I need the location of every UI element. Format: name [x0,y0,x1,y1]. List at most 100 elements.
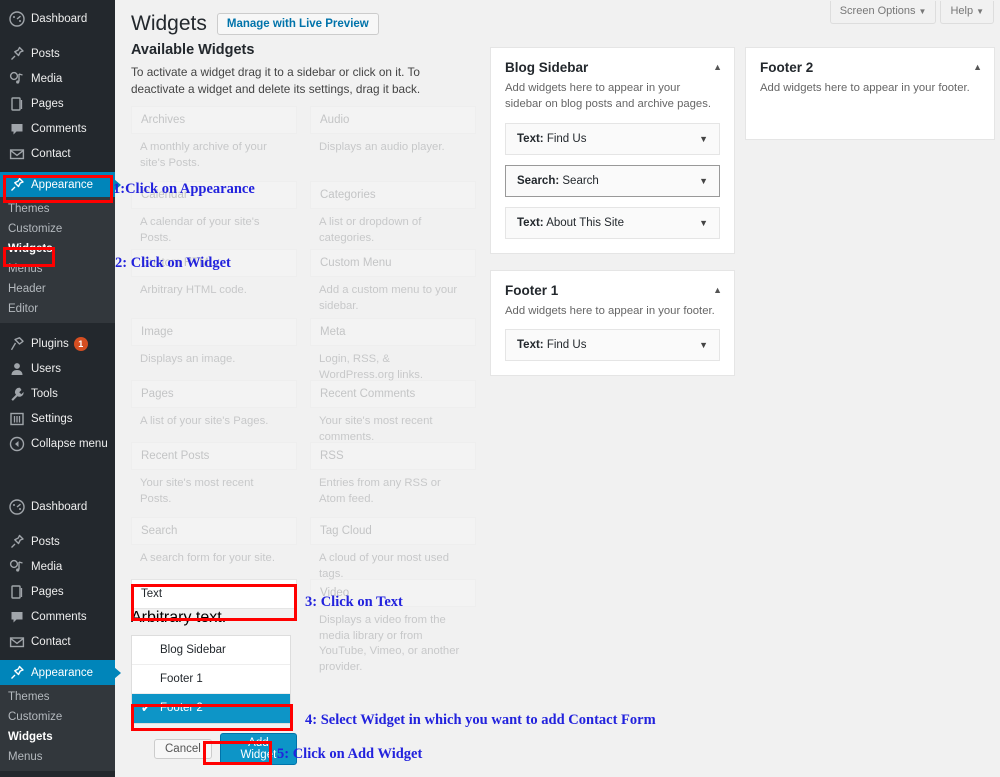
chevron-down-icon[interactable]: ▼ [699,340,708,350]
sidebar-select-list[interactable]: Blog Sidebar Footer 1 ✔ Footer 2 [131,635,291,725]
sidebar-item-settings[interactable]: Settings [0,406,115,431]
sidebar-option-footer-1[interactable]: Footer 1 [132,665,290,695]
wp-admin-widgets-screen: Dashboard Posts Media Pages Comments Con… [0,0,1000,777]
pin-icon [8,533,26,551]
sidebar-item-themes[interactable]: Themes [0,199,115,219]
brush-icon [8,664,26,682]
sidebar-item-tools[interactable]: Tools [0,381,115,406]
widget-description: Displays an audio player. [319,141,445,154]
widget-description: Arbitrary text. [131,609,227,627]
sidebars-column-right: Footer 2 ▲ Add widgets here to appear in… [745,47,995,156]
widget-description: A calendar of your site's Posts. [140,216,260,244]
widget-description: Arbitrary HTML code. [140,284,247,297]
sidebar-panel-title: Blog Sidebar [505,60,589,75]
sidebar-item-label: Settings [31,412,73,425]
widget-card-pages[interactable]: Pages A list of your site's Pages. [131,380,297,430]
widget-card-custom-menu[interactable]: Custom Menu Add a custom menu to your si… [310,249,476,314]
sidebar-item-widgets[interactable]: Widgets [0,239,115,259]
sidebar-item-dashboard[interactable]: Dashboard [0,6,115,31]
wrench-icon [8,385,26,403]
sidebar-item-comments[interactable]: Comments [0,116,115,141]
media-icon [8,70,26,88]
sidebar-item-contact[interactable]: Contact [0,141,115,166]
sidebar-item-collapse-menu[interactable]: Collapse menu [0,431,115,456]
sidebar-item-media[interactable]: Media [0,66,115,91]
widget-description: A search form for your site. [140,552,275,565]
sidebar-item-contact-2[interactable]: Contact [0,629,115,654]
sidebar-item-label: Pages [31,97,64,110]
widget-card-categories[interactable]: Categories A list or dropdown of categor… [310,181,476,246]
sidebar-panel-description: Add widgets here to appear in your sideb… [505,82,711,111]
sidebar-item-menus-2[interactable]: Menus [0,747,115,767]
sidebar-item-plugins[interactable]: Plugins 1 [0,331,115,356]
sidebar-item-customize[interactable]: Customize [0,219,115,239]
sidebar-item-media-2[interactable]: Media [0,554,115,579]
widget-title: Categories [310,181,476,210]
assigned-widget-name: Find Us [546,132,587,145]
sidebar-item-posts[interactable]: Posts [0,41,115,66]
widget-card-audio[interactable]: Audio Displays an audio player. [310,106,476,156]
menu-spacer [0,323,115,331]
admin-menu-group-secondary: Dashboard Posts Media Pages Comments Con… [0,494,121,771]
sidebar-item-header[interactable]: Header [0,279,115,299]
widget-card-search[interactable]: Search A search form for your site. [131,517,297,567]
sidebar-item-posts-2[interactable]: Posts [0,529,115,554]
menu-spacer [0,519,115,529]
widget-card-archives[interactable]: Archives A monthly archive of your site'… [131,106,297,171]
sidebar-panel-footer-1: Footer 1 ▲ Add widgets here to appear in… [490,269,735,377]
widget-card-tag-cloud[interactable]: Tag Cloud A cloud of your most used tags… [310,517,476,582]
widget-description: Add a custom menu to your sidebar. [319,284,458,312]
option-label: Footer 1 [160,673,203,686]
manage-with-live-preview-button[interactable]: Manage with Live Preview [216,12,379,35]
assigned-widget-text-about-this-site[interactable]: Text: About This Site ▼ [505,206,720,239]
check-icon: ✔ [141,701,152,716]
annotation-4: 4: Select Widget in which you want to ad… [305,712,656,728]
sidebar-item-menus[interactable]: Menus [0,259,115,279]
assigned-widget-name: About This Site [546,216,624,229]
sidebar-item-customize-2[interactable]: Customize [0,707,115,727]
sidebar-item-pages[interactable]: Pages [0,91,115,116]
widget-description: A cloud of your most used tags. [319,552,449,580]
widget-card-recent-posts[interactable]: Recent Posts Your site's most recent Pos… [131,442,297,507]
assigned-widget-search[interactable]: Search: Search ▼ [505,164,720,197]
sidebar-panel-description: Add widgets here to appear in your foote… [760,82,970,94]
widget-card-meta[interactable]: Meta Login, RSS, & WordPress.org links. [310,318,476,383]
chevron-up-icon[interactable]: ▲ [973,62,982,72]
sidebar-item-label: Pages [31,585,64,598]
assigned-widget-text-find-us-footer1[interactable]: Text: Find Us ▼ [505,329,720,362]
chevron-down-icon[interactable]: ▼ [699,176,708,186]
widget-title: Meta [310,318,476,347]
sidebar-item-users[interactable]: Users [0,356,115,381]
collapse-icon [8,435,26,453]
sidebar-item-dashboard-2[interactable]: Dashboard [0,494,115,519]
sidebar-item-themes-2[interactable]: Themes [0,687,115,707]
widget-description: Entries from any RSS or Atom feed. [319,477,441,505]
sidebar-item-comments-2[interactable]: Comments [0,604,115,629]
widget-card-recent-comments[interactable]: Recent Comments Your site's most recent … [310,380,476,445]
sidebar-item-label: Users [31,362,62,375]
sidebar-option-footer-2[interactable]: ✔ Footer 2 [132,694,290,724]
chevron-down-icon[interactable]: ▼ [699,218,708,228]
sidebar-item-pages-2[interactable]: Pages [0,579,115,604]
sidebar-item-appearance[interactable]: Appearance [0,172,121,197]
widget-description: A list or dropdown of categories. [319,216,422,244]
widget-title: Archives [131,106,297,135]
dashboard-icon [8,10,26,28]
chevron-down-icon[interactable]: ▼ [699,134,708,144]
option-label: Footer 2 [160,702,203,715]
sidebar-item-widgets-2[interactable]: Widgets [0,727,115,747]
chevron-up-icon[interactable]: ▲ [713,285,722,295]
chevron-up-icon[interactable]: ▲ [713,62,722,72]
sidebar-item-label: Comments [31,610,87,623]
widget-card-rss[interactable]: RSS Entries from any RSS or Atom feed. [310,442,476,507]
widget-card-image[interactable]: Image Displays an image. [131,318,297,368]
sidebar-item-appearance-2[interactable]: Appearance [0,660,121,685]
comment-icon [8,120,26,138]
sidebar-item-editor[interactable]: Editor [0,299,115,319]
sidebar-option-blog-sidebar[interactable]: Blog Sidebar [132,636,290,666]
assigned-widget-text-find-us[interactable]: Text: Find Us ▼ [505,122,720,155]
cancel-button[interactable]: Cancel [154,739,212,760]
sidebars-column-left: Blog Sidebar ▲ Add widgets here to appea… [490,47,735,392]
sidebar-panel-footer-2: Footer 2 ▲ Add widgets here to appear in… [745,47,995,140]
widget-card-text[interactable]: Text Arbitrary text. Blog Sidebar Footer… [131,579,297,766]
